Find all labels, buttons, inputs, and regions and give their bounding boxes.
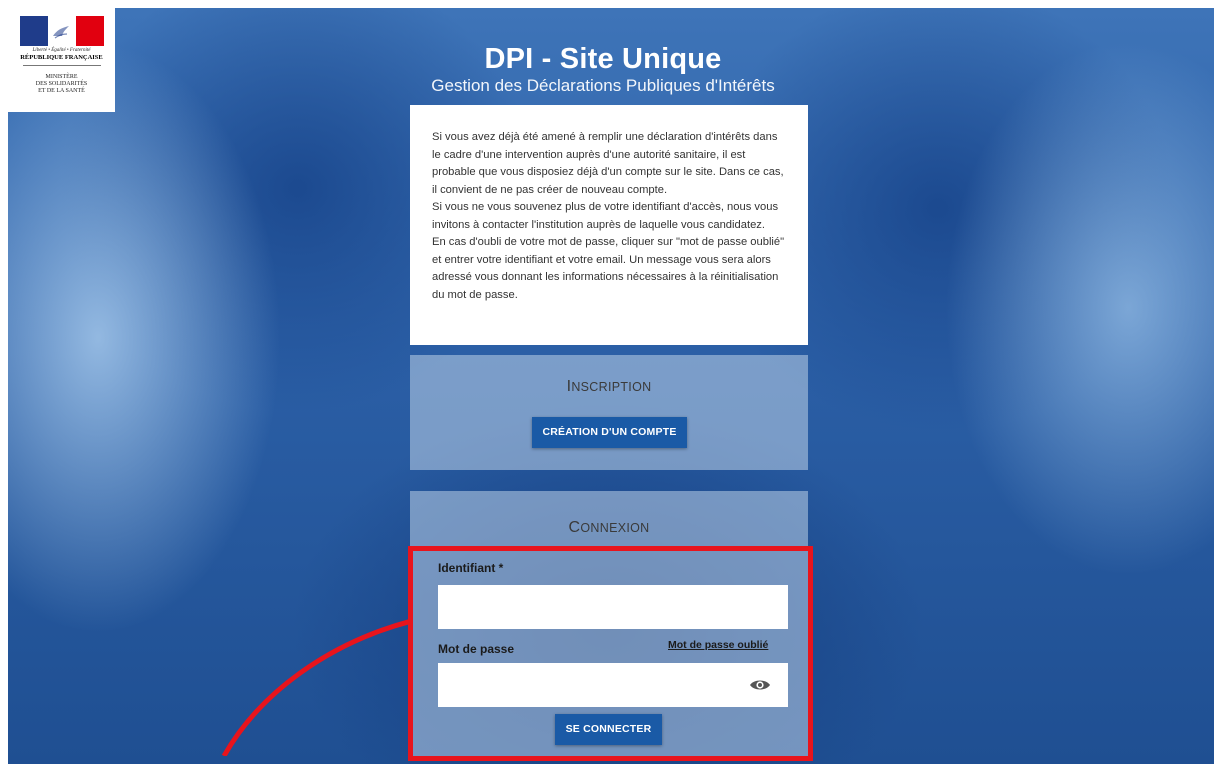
page-title: DPI - Site Unique: [484, 43, 722, 75]
connexion-heading-rest: ONNEXION: [580, 521, 650, 535]
info-paragraph-1: Si vous avez déjà été amené à remplir un…: [432, 131, 784, 196]
page-subtitle: Gestion des Déclarations Publiques d'Int…: [431, 76, 775, 95]
info-box: Si vous avez déjà été amené à remplir un…: [410, 105, 808, 345]
inscription-heading: INSCRIPTION: [410, 355, 808, 396]
connexion-heading: CONNEXION: [410, 491, 808, 537]
inscription-panel: INSCRIPTION CRÉATION D'UN COMPTE: [410, 355, 808, 470]
info-paragraph-3: En cas d'oubli de votre mot de passe, cl…: [432, 236, 785, 301]
create-account-button[interactable]: CRÉATION D'UN COMPTE: [532, 417, 687, 448]
connexion-heading-initial: C: [568, 519, 581, 536]
inscription-heading-rest: NSCRIPTION: [571, 380, 652, 394]
info-paragraph-2: Si vous ne vous souvenez plus de votre i…: [432, 201, 779, 231]
highlight-box: [408, 546, 813, 761]
marianne-logo: [19, 16, 104, 46]
